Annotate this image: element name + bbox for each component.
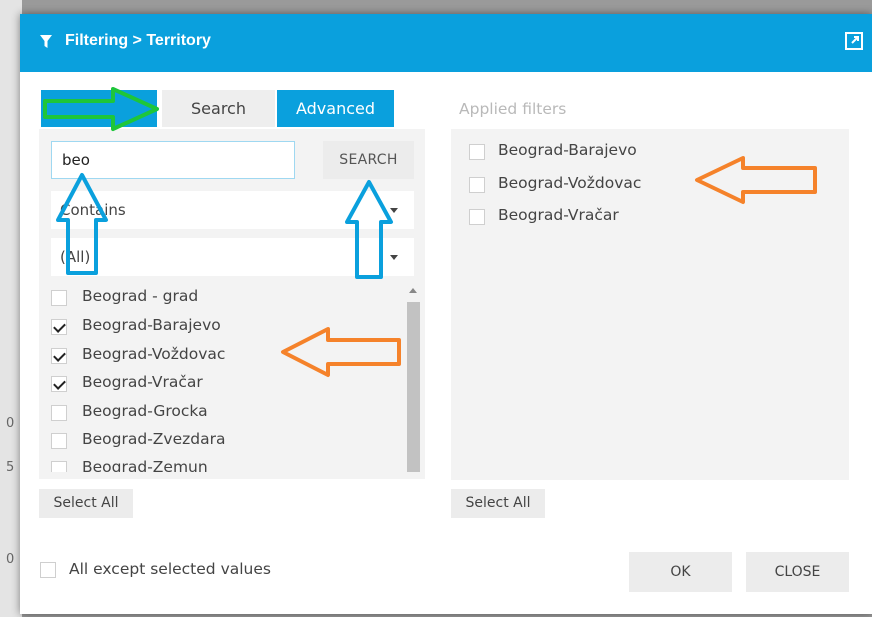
list-item-label: Beograd-Grocka xyxy=(82,402,208,420)
checkbox[interactable] xyxy=(469,209,485,225)
checkbox[interactable] xyxy=(51,376,67,392)
checkbox[interactable] xyxy=(51,405,67,421)
tab-search[interactable]: Search xyxy=(162,90,275,127)
scroll-up-icon[interactable] xyxy=(409,288,417,293)
list-item-label: Beograd-Zemun xyxy=(82,458,208,472)
expand-icon[interactable] xyxy=(844,31,864,51)
list-scrollbar[interactable] xyxy=(406,284,421,472)
scope-value: (All) xyxy=(60,248,91,266)
background-glyph: 0 xyxy=(6,552,15,567)
applied-filter-label: Beograd-Barajevo xyxy=(498,141,637,159)
operator-select[interactable]: Contains xyxy=(51,191,414,229)
filter-dialog: Filtering > Territory Search Advanced SE… xyxy=(20,14,872,614)
chevron-down-icon xyxy=(390,208,398,213)
applied-filter-label: Beograd-Vračar xyxy=(498,206,619,224)
applied-select-all-button[interactable]: Select All xyxy=(451,489,545,518)
checkbox[interactable] xyxy=(51,348,67,364)
scope-select[interactable]: (All) xyxy=(51,238,414,276)
checkbox[interactable] xyxy=(469,144,485,160)
list-item-label: Beograd-Voždovac xyxy=(82,345,226,363)
select-all-button[interactable]: Select All xyxy=(39,489,133,518)
value-list: Beograd - grad Beograd-Barajevo Beograd-… xyxy=(39,284,421,472)
search-input[interactable] xyxy=(51,141,295,179)
list-item-label: Beograd - grad xyxy=(82,287,199,305)
checkbox[interactable] xyxy=(51,433,67,449)
tab-advanced[interactable]: Advanced xyxy=(277,90,394,127)
scroll-thumb[interactable] xyxy=(407,302,420,472)
list-item-label: Beograd-Vračar xyxy=(82,373,203,391)
operator-value: Contains xyxy=(60,201,126,219)
filter-icon xyxy=(40,35,52,48)
checkbox[interactable] xyxy=(40,562,56,578)
checkbox[interactable] xyxy=(469,177,485,193)
dialog-title: Filtering > Territory xyxy=(65,32,211,49)
chevron-down-icon xyxy=(390,255,398,260)
ok-button[interactable]: OK xyxy=(629,552,732,592)
all-except-label: All except selected values xyxy=(69,560,271,578)
search-button[interactable]: SEARCH xyxy=(323,141,414,179)
close-button[interactable]: CLOSE xyxy=(746,552,849,592)
tab-hidden[interactable] xyxy=(41,90,157,127)
checkbox[interactable] xyxy=(51,290,67,306)
applied-filter-label: Beograd-Voždovac xyxy=(498,174,642,192)
applied-filters-title: Applied filters xyxy=(459,100,567,118)
list-item-label: Beograd-Barajevo xyxy=(82,316,221,334)
list-item-label: Beograd-Zvezdara xyxy=(82,430,226,448)
background-glyph: 0 xyxy=(6,416,15,431)
checkbox[interactable] xyxy=(51,319,67,335)
background-page-edge: 0 5 0 xyxy=(0,0,22,617)
dialog-titlebar: Filtering > Territory xyxy=(20,14,872,72)
checkbox[interactable] xyxy=(51,461,67,472)
background-glyph: 5 xyxy=(6,460,15,475)
